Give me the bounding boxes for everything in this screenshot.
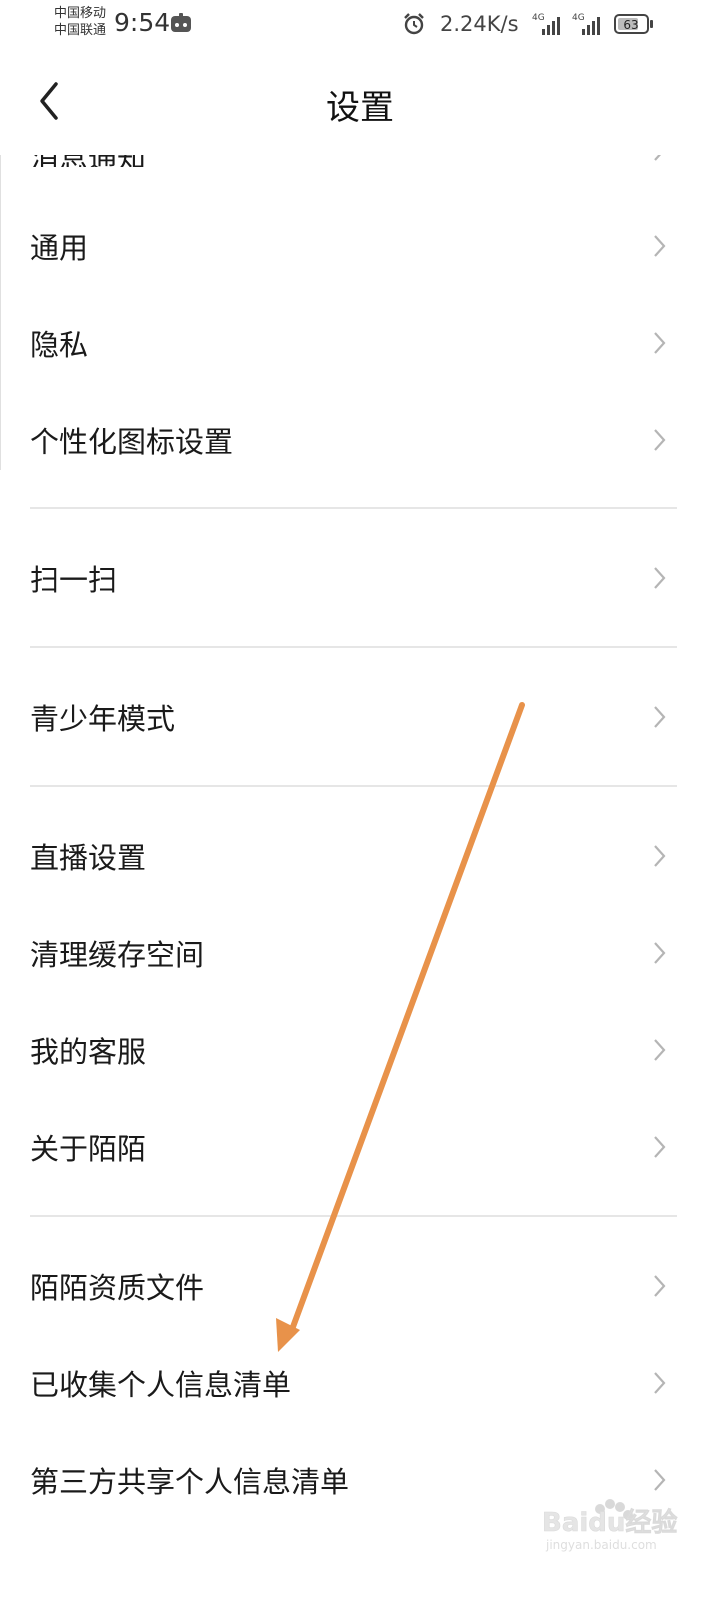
watermark-url: jingyan.baidu.com [545, 1538, 657, 1552]
baidu-watermark: Baidu经验 jingyan.baidu.com [542, 1499, 678, 1552]
status-time: 9:54 [114, 8, 171, 37]
chevron-right-icon [654, 845, 666, 867]
nav-header: 设置 [0, 50, 720, 155]
carrier-2: 中国联通 [54, 23, 107, 38]
svg-text:4G: 4G [532, 13, 545, 23]
row-label: 关于陌陌 [30, 1132, 147, 1166]
partial-row-notifications[interactable]: 消息通知 [0, 155, 720, 167]
status-bar: 中国移动 中国联通 9:54 2.24K/s 4G 4G 63 [0, 0, 720, 50]
row-label: 个性化图标设置 [30, 425, 234, 459]
settings-item-scan[interactable]: 扫一扫 [0, 530, 720, 626]
chevron-right-icon [654, 942, 666, 964]
settings-item-collected-info-list[interactable]: 已收集个人信息清单 [0, 1335, 720, 1431]
chevron-right-icon [654, 567, 666, 589]
row-label: 清理缓存空间 [30, 938, 205, 972]
row-label: 扫一扫 [30, 563, 118, 597]
signal-icon: 4G [532, 13, 560, 35]
app-notification-icon [171, 13, 191, 32]
settings-item-general[interactable]: 通用 [0, 198, 720, 294]
row-label: 隐私 [30, 328, 89, 362]
battery-level: 63 [623, 18, 638, 32]
chevron-right-icon [654, 332, 666, 354]
carrier-labels: 中国移动 中国联通 [54, 5, 106, 39]
settings-item-custom-icon[interactable]: 个性化图标设置 [0, 392, 720, 488]
settings-item-qualification-docs[interactable]: 陌陌资质文件 [0, 1238, 720, 1334]
row-label: 我的客服 [30, 1035, 147, 1069]
svg-text:4G: 4G [572, 13, 585, 23]
signal-icon: 4G [572, 13, 600, 35]
chevron-right-icon [654, 1372, 666, 1394]
settings-item-teen-mode[interactable]: 青少年模式 [0, 669, 720, 765]
settings-item-live-settings[interactable]: 直播设置 [0, 808, 720, 904]
settings-item-clear-cache[interactable]: 清理缓存空间 [0, 905, 720, 1001]
chevron-right-icon [654, 1039, 666, 1061]
watermark-brand: Baidu经验 [542, 1507, 677, 1538]
chevron-right-icon [654, 706, 666, 728]
settings-item-privacy[interactable]: 隐私 [0, 295, 720, 391]
chevron-right-icon [654, 1275, 666, 1297]
row-label: 已收集个人信息清单 [30, 1368, 292, 1402]
page-title: 设置 [326, 88, 394, 128]
chevron-right-icon [654, 429, 666, 451]
section-divider [30, 646, 677, 648]
row-label: 通用 [30, 231, 89, 265]
section-divider [30, 507, 677, 509]
section-divider [30, 1215, 677, 1217]
network-speed: 2.24K/s [440, 12, 519, 36]
row-label: 青少年模式 [30, 702, 176, 736]
settings-item-about[interactable]: 关于陌陌 [0, 1099, 720, 1195]
row-label: 消息通知 [30, 155, 146, 167]
carrier-1: 中国移动 [54, 6, 107, 21]
alarm-icon [404, 13, 424, 35]
battery-icon: 63 [614, 14, 653, 34]
chevron-right-icon [654, 155, 661, 161]
row-label: 直播设置 [30, 841, 147, 875]
row-label: 第三方共享个人信息清单 [30, 1465, 350, 1499]
row-label: 陌陌资质文件 [30, 1271, 205, 1305]
section-divider [30, 785, 677, 787]
chevron-right-icon [654, 1136, 666, 1158]
chevron-right-icon [654, 1469, 666, 1491]
chevron-right-icon [654, 235, 666, 257]
settings-item-customer-service[interactable]: 我的客服 [0, 1002, 720, 1098]
